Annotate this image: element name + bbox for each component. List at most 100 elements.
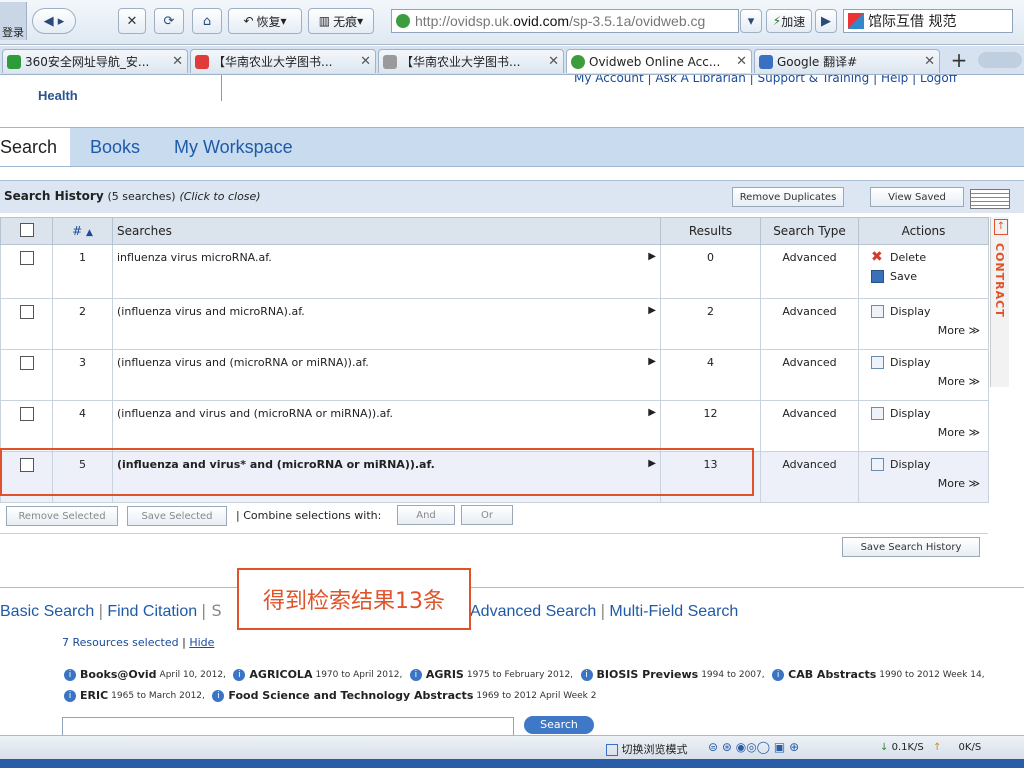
- info-icon[interactable]: i: [233, 669, 246, 681]
- close-icon[interactable]: ✕: [172, 54, 183, 69]
- browse-mode-toggle[interactable]: 切换浏览模式: [606, 741, 688, 757]
- column-actions: Actions: [858, 217, 989, 245]
- address-dropdown-button[interactable]: ▾: [740, 9, 762, 33]
- info-icon[interactable]: i: [580, 669, 593, 681]
- search-engine-box[interactable]: 馆际互借 规范: [843, 9, 1013, 33]
- no-trace-button[interactable]: ▥ 无痕 ▾: [308, 8, 374, 34]
- basic-search-tab[interactable]: Basic Search: [0, 603, 94, 620]
- advanced-search-tab[interactable]: Advanced Search: [470, 603, 596, 620]
- hide-resources-link[interactable]: Hide: [189, 636, 214, 649]
- support-link[interactable]: Support & Training: [757, 75, 869, 85]
- info-icon[interactable]: i: [64, 690, 76, 702]
- logoff-link[interactable]: Logoff: [920, 75, 957, 85]
- display-action[interactable]: Display: [871, 407, 984, 420]
- save-search-history-button[interactable]: Save Search History: [842, 537, 980, 557]
- remove-selected-button[interactable]: Remove Selected: [6, 506, 118, 526]
- row-number: 3: [52, 349, 113, 401]
- login-icon[interactable]: 登录: [0, 2, 27, 40]
- browser-tab-4[interactable]: Ovidweb Online Acc... ✕: [566, 49, 752, 73]
- info-icon[interactable]: i: [409, 669, 422, 681]
- search-button[interactable]: Search: [524, 716, 594, 734]
- brand-subtitle: Health: [38, 88, 78, 103]
- search-input[interactable]: [62, 717, 514, 735]
- view-saved-button[interactable]: View Saved: [870, 187, 964, 207]
- row-checkbox[interactable]: [19, 407, 34, 421]
- database-item: i Food Science and Technology Abstracts 19…: [212, 686, 596, 706]
- find-citation-tab[interactable]: Find Citation: [107, 603, 197, 620]
- save-disk-icon: [871, 270, 884, 283]
- row-checkbox[interactable]: [19, 305, 34, 319]
- brand-divider: [221, 75, 222, 101]
- contract-panel[interactable]: ↑ CONTRACT: [990, 217, 1009, 387]
- restore-button[interactable]: ↶ 恢复 ▾: [228, 8, 302, 34]
- info-icon[interactable]: i: [64, 669, 76, 681]
- delete-x-icon: ✖: [871, 249, 883, 265]
- browser-tab-2[interactable]: 【华南农业大学图书... ✕: [190, 49, 376, 73]
- expand-arrow-icon[interactable]: ▶: [648, 356, 656, 367]
- toggle-history-link[interactable]: (Click to close): [179, 190, 260, 203]
- accelerate-button[interactable]: ⚡ 加速: [766, 9, 812, 33]
- save-selected-button[interactable]: Save Selected: [127, 506, 227, 526]
- column-number[interactable]: # ▲: [52, 217, 113, 245]
- list-view-icon[interactable]: [970, 189, 1010, 209]
- display-action[interactable]: Display: [871, 458, 984, 471]
- more-link[interactable]: More ≫: [871, 477, 984, 490]
- building-icon: ▥: [318, 14, 331, 28]
- expand-arrow-icon[interactable]: ▶: [648, 305, 656, 316]
- close-icon[interactable]: ✕: [548, 54, 559, 69]
- database-item: i AGRIS 1975 to February 2012,: [409, 665, 573, 685]
- more-link[interactable]: More ≫: [871, 426, 984, 439]
- column-search-type: Search Type: [760, 217, 859, 245]
- stop-button[interactable]: ✕: [118, 8, 146, 34]
- new-tab-button[interactable]: +: [946, 48, 972, 72]
- browser-tab-5[interactable]: Google 翻译# ✕: [754, 49, 940, 73]
- tab-my-workspace[interactable]: My Workspace: [174, 128, 293, 166]
- resources-selected: 7 Resources selected: [62, 636, 179, 649]
- row-checkbox[interactable]: [19, 356, 34, 370]
- tab-books[interactable]: Books: [90, 128, 140, 166]
- close-icon[interactable]: ✕: [924, 54, 935, 69]
- search-history-title: Search History: [4, 189, 104, 203]
- row-results: 12: [660, 400, 761, 452]
- expand-arrow-icon[interactable]: ▶: [648, 407, 656, 418]
- display-action[interactable]: Display: [871, 356, 984, 369]
- delete-action[interactable]: ✖ Delete: [871, 249, 984, 265]
- row-checkbox[interactable]: [19, 251, 34, 265]
- undo-icon: ↶: [243, 14, 254, 28]
- multi-field-search-tab[interactable]: Multi-Field Search: [609, 603, 738, 620]
- address-bar[interactable]: http://ovidsp.uk. ovid.com/sp-3.5.1a/ovid…: [391, 9, 739, 33]
- info-icon[interactable]: i: [212, 690, 225, 702]
- display-action[interactable]: Display: [871, 305, 984, 318]
- ask-librarian-link[interactable]: Ask A Librarian: [655, 75, 745, 85]
- expand-arrow-icon[interactable]: ▶: [648, 251, 656, 262]
- my-account-link[interactable]: My Account: [574, 75, 644, 85]
- tab-scroll-icon[interactable]: [978, 52, 1022, 68]
- tab-favicon: [7, 54, 21, 69]
- remove-duplicates-button[interactable]: Remove Duplicates: [732, 187, 844, 207]
- more-link[interactable]: More ≫: [871, 375, 984, 388]
- search-query: (influenza virus and (microRNA or miRNA)…: [117, 356, 369, 369]
- row-search-type: Advanced: [760, 349, 859, 401]
- select-all-checkbox[interactable]: [19, 222, 34, 237]
- table-header-row: # ▲ Searches Results Search Type Actions: [0, 217, 989, 245]
- forward-button[interactable]: ▶: [815, 9, 837, 33]
- close-icon[interactable]: ✕: [360, 54, 371, 69]
- back-button[interactable]: ◀ ▸: [32, 8, 76, 34]
- tab-favicon: [571, 54, 585, 69]
- display-icon: [871, 407, 884, 420]
- info-icon[interactable]: i: [772, 669, 785, 681]
- more-link[interactable]: More ≫: [871, 324, 984, 337]
- or-button[interactable]: Or: [461, 505, 513, 525]
- and-button[interactable]: And: [397, 505, 455, 525]
- close-icon[interactable]: ✕: [736, 54, 747, 69]
- row-search-type: Advanced: [760, 298, 859, 350]
- browser-tab-1[interactable]: 360安全网址导航_安... ✕: [2, 49, 188, 73]
- table-row: 1 influenza virus microRNA.af. ▶ 0 Advanc…: [0, 244, 989, 299]
- browser-tab-3[interactable]: 【华南农业大学图书... ✕: [378, 49, 564, 73]
- home-button[interactable]: ⌂: [192, 8, 222, 34]
- save-action[interactable]: Save: [871, 270, 984, 283]
- annotation-callout: 得到检索结果13条: [237, 568, 471, 630]
- refresh-button[interactable]: ⟳: [154, 8, 184, 34]
- tab-search[interactable]: Search: [0, 128, 70, 166]
- help-link[interactable]: Help: [881, 75, 908, 85]
